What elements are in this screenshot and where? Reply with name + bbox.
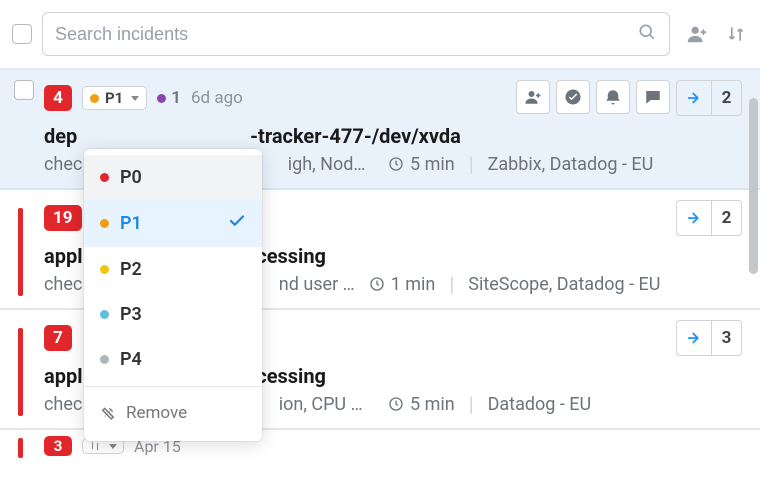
tags-fragment: chec [44,154,82,175]
severity-bar [18,208,23,296]
responders-chip[interactable]: 1 [157,88,181,108]
share-button[interactable]: 3 [676,320,742,356]
alert-count-badge: 7 [44,325,72,351]
incident-title[interactable]: depxxxxxxxxxxxxxxxxx-tracker-477-/dev/xv… [44,124,742,148]
priority-dot-icon [100,355,109,364]
share-icon [677,201,711,235]
share-icon [677,81,711,115]
search-input[interactable] [55,24,637,45]
tags-fragment: nd user … [279,274,355,295]
title-fragment: appl [44,244,83,268]
priority-label: P1 [105,89,123,107]
priority-option-label: P1 [120,213,142,234]
clock-icon [369,276,385,292]
ack-time: 1 min [369,274,436,295]
tags-fragment: chec [44,394,82,415]
priority-dot-icon [100,310,109,319]
add-responder-button[interactable] [516,80,550,114]
priority-option-p2[interactable]: P2 [84,247,262,292]
integrations: Zabbix, Datadog - EU [488,154,654,175]
row-actions: 2 [676,200,742,236]
share-count: 2 [711,201,741,235]
remove-label: Remove [126,403,187,423]
title-fragment: dep [44,124,77,148]
row-actions: 3 [676,320,742,356]
row-actions: 2 [516,80,742,116]
priority-option-label: P0 [120,167,142,188]
responders-count: 1 [171,88,181,108]
share-count: 3 [711,321,741,355]
priority-dropdown: P0 P1 P2 P3 P4 Remove [84,149,262,441]
snooze-button[interactable] [596,80,630,114]
priority-option-p0[interactable]: P0 [84,155,262,200]
priority-selector[interactable]: P1 [82,86,147,110]
ack-time-value: 5 min [410,154,455,175]
alert-count-badge: 19 [44,205,82,231]
row-checkbox[interactable] [14,80,34,100]
severity-bar [18,328,23,416]
integrations: SiteScope, Datadog - EU [468,274,660,295]
priority-dot-icon [100,265,109,274]
severity-bar [18,438,23,458]
search-wrapper [42,12,670,56]
select-all-checkbox[interactable] [12,24,32,44]
tags-fragment: ion, CPU Utilizatio… [279,394,374,415]
priority-dot-icon [90,94,99,103]
check-icon [228,212,246,235]
sort-icon[interactable] [726,23,746,45]
scrollbar[interactable] [749,98,758,274]
acknowledge-button[interactable] [556,80,590,114]
priority-dot-icon [100,173,109,182]
ack-time-value: 5 min [410,394,455,415]
responder-dot-icon [157,94,166,103]
row-first-line: 4 P1 1 6d ago [44,80,742,116]
priority-option-p1[interactable]: P1 [84,200,262,247]
priority-remove[interactable]: Remove [84,391,262,435]
priority-option-label: P3 [120,304,142,325]
divider: | [469,152,474,176]
integrations: Datadog - EU [488,394,592,415]
priority-option-p4[interactable]: P4 [84,337,262,382]
title-fragment: appl [44,364,83,388]
share-button[interactable]: 2 [676,200,742,236]
divider: | [449,272,454,296]
share-icon [677,321,711,355]
time-ago: 6d ago [191,88,243,108]
alert-count-badge: 3 [44,436,72,456]
priority-option-label: P4 [120,349,142,370]
assign-icon[interactable] [686,23,708,45]
ack-time: 5 min [388,154,455,175]
share-count: 2 [711,81,741,115]
share-button[interactable]: 2 [676,80,742,116]
tags-fragment: chec [44,274,82,295]
alert-count-badge: 4 [44,85,72,111]
comment-button[interactable] [636,80,670,114]
clock-icon [388,156,404,172]
title-fragment: -tracker-477-/dev/xvda [250,124,461,148]
sort-icon [89,440,101,452]
priority-option-p3[interactable]: P3 [84,292,262,337]
search-icon[interactable] [637,22,657,46]
chevron-down-icon [131,96,139,101]
priority-option-label: P2 [120,259,142,280]
top-icons [680,23,752,45]
chevron-down-icon [109,444,117,449]
top-bar [0,0,760,68]
dropdown-divider [84,386,262,387]
clock-icon [388,396,404,412]
tags-fragment: igh, Node… [288,154,374,175]
divider: | [469,392,474,416]
ack-time-value: 1 min [391,274,436,295]
priority-dot-icon [100,219,109,228]
remove-icon [100,405,116,421]
ack-time: 5 min [388,394,455,415]
